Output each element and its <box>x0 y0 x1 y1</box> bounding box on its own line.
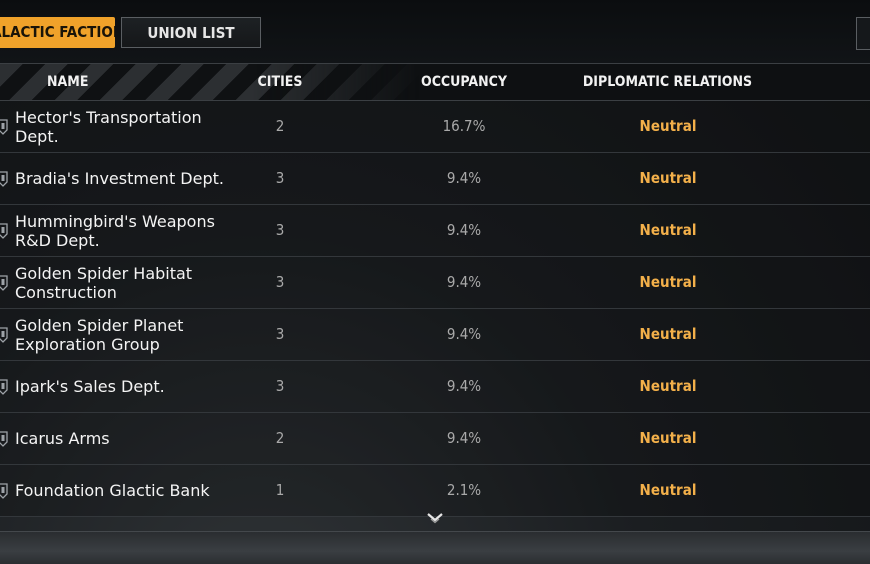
faction-cities: 3 <box>275 325 285 343</box>
column-header-name[interactable]: NAME <box>47 64 88 100</box>
faction-name: Icarus Arms <box>15 429 110 448</box>
faction-emblem-icon <box>0 171 8 187</box>
faction-occupancy: 9.4% <box>446 429 482 447</box>
faction-name: Hummingbird's Weapons R&D Dept. <box>15 211 215 250</box>
faction-occupancy: 9.4% <box>446 273 482 291</box>
table-row[interactable]: Golden Spider Habitat Construction 3 9.4% N… <box>0 257 870 309</box>
table-header: NAME CITIES OCCUPANCY DIPLOMATIC RELATIO… <box>0 63 870 101</box>
faction-list: Hector's Transportation Dept. 2 16.7% Neutr… <box>0 101 870 517</box>
top-bar: GALACTIC FACTION UNION LIST <box>0 0 870 63</box>
faction-emblem-icon <box>0 119 8 135</box>
diplomatic-relation-status: Neutral <box>639 377 697 395</box>
faction-cities: 3 <box>275 273 285 291</box>
table-row[interactable]: Golden Spider Planet Exploration Group 3 9… <box>0 309 870 361</box>
column-header-occupancy[interactable]: OCCUPANCY <box>404 64 524 100</box>
faction-emblem-icon <box>0 431 8 447</box>
faction-occupancy: 9.4% <box>446 169 482 187</box>
faction-emblem-icon <box>0 275 8 291</box>
faction-name: Ipark's Sales Dept. <box>15 377 165 396</box>
diplomatic-relation-status: Neutral <box>639 273 697 291</box>
faction-name: Golden Spider Planet Exploration Group <box>15 315 184 354</box>
diplomatic-relation-status: Neutral <box>639 481 697 499</box>
faction-occupancy: 9.4% <box>446 221 482 239</box>
faction-emblem-icon <box>0 379 8 395</box>
table-row[interactable]: Bradia's Investment Dept. 3 9.4% Neutral <box>0 153 870 205</box>
faction-occupancy: 9.4% <box>446 377 482 395</box>
chevron-down-icon[interactable] <box>426 512 444 524</box>
table-row[interactable]: Icarus Arms 2 9.4% Neutral <box>0 413 870 465</box>
faction-name: Bradia's Investment Dept. <box>15 169 224 188</box>
faction-emblem-icon <box>0 223 8 239</box>
corner-button[interactable] <box>856 17 870 50</box>
diplomatic-relation-status: Neutral <box>639 169 697 187</box>
faction-name: Hector's Transportation Dept. <box>15 107 202 146</box>
faction-cities: 3 <box>275 169 285 187</box>
faction-name: Golden Spider Habitat Construction <box>15 263 193 302</box>
column-header-cities[interactable]: CITIES <box>250 64 310 100</box>
tab-galactic-faction[interactable]: GALACTIC FACTION <box>0 17 115 48</box>
faction-cities: 2 <box>275 117 285 135</box>
table-row[interactable]: Foundation Glactic Bank 1 2.1% Neutral <box>0 465 870 517</box>
diplomatic-relation-status: Neutral <box>639 325 697 343</box>
faction-cities: 2 <box>275 429 285 447</box>
faction-cities: 1 <box>275 481 285 499</box>
table-row[interactable]: Hummingbird's Weapons R&D Dept. 3 9.4% Neut… <box>0 205 870 257</box>
faction-emblem-icon <box>0 483 8 499</box>
faction-name: Foundation Glactic Bank <box>15 481 210 500</box>
faction-cities: 3 <box>275 221 285 239</box>
column-header-diplomatic-relations[interactable]: DIPLOMATIC RELATIONS <box>575 64 760 100</box>
diplomatic-relation-status: Neutral <box>639 221 697 239</box>
table-row[interactable]: Ipark's Sales Dept. 3 9.4% Neutral <box>0 361 870 413</box>
table-row[interactable]: Hector's Transportation Dept. 2 16.7% Neutr… <box>0 101 870 153</box>
diplomatic-relation-status: Neutral <box>639 117 697 135</box>
faction-occupancy: 16.7% <box>442 117 486 135</box>
faction-occupancy: 9.4% <box>446 325 482 343</box>
bottom-panel <box>0 531 870 564</box>
faction-occupancy: 2.1% <box>446 481 482 499</box>
tab-union-list[interactable]: UNION LIST <box>121 17 261 48</box>
faction-cities: 3 <box>275 377 285 395</box>
faction-emblem-icon <box>0 327 8 343</box>
diplomatic-relation-status: Neutral <box>639 429 697 447</box>
